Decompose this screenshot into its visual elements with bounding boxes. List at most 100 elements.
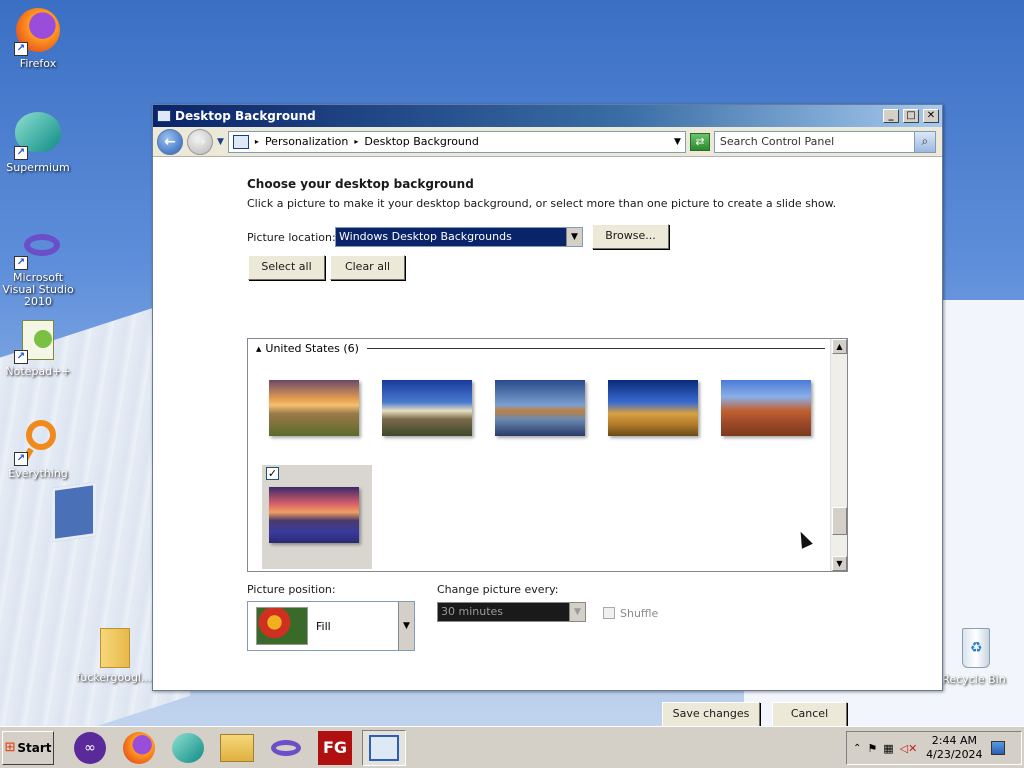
- save-changes-button[interactable]: Save changes: [662, 702, 760, 727]
- back-button[interactable]: ←: [157, 128, 183, 155]
- browse-button[interactable]: Browse...: [592, 224, 669, 249]
- picture-position-value: Fill: [316, 619, 331, 633]
- address-dropdown-icon[interactable]: ▼: [674, 137, 681, 147]
- scroll-down-icon[interactable]: ▼: [832, 556, 847, 571]
- chevron-down-icon[interactable]: ▼: [569, 603, 585, 621]
- visual-studio-icon: ↗: [14, 222, 62, 270]
- taskbar-fg-app[interactable]: FG: [313, 730, 357, 766]
- minimize-button[interactable]: _: [883, 109, 899, 123]
- group-label: United States (6): [265, 342, 359, 355]
- taskbar: ⊞ Start ∞ FG ⌃ ⚑ ▦ ◁✕ 2:44 AM 4/23/2024: [0, 726, 1024, 768]
- change-picture-select[interactable]: 30 minutes ▼: [437, 602, 586, 622]
- start-label: Start: [17, 740, 52, 755]
- window-title: Desktop Background: [175, 109, 316, 123]
- taskbar-supermium[interactable]: [166, 730, 210, 766]
- taskbar-visual-studio[interactable]: [264, 730, 308, 766]
- desktop-icon-folder[interactable]: fuckergoogl...: [72, 622, 156, 684]
- control-panel-icon: [157, 110, 171, 122]
- collapse-icon[interactable]: ▲: [256, 345, 261, 353]
- chevron-down-icon[interactable]: ▼: [566, 228, 582, 246]
- desktop-icon-label: Supermium: [6, 161, 70, 174]
- taskbar-mask-app[interactable]: ∞: [68, 730, 112, 766]
- desktop-icon-supermium[interactable]: ↗ Supermium: [0, 108, 80, 174]
- desktop-icon-label: fuckergoogl...: [76, 671, 152, 684]
- picture-gallery[interactable]: ▲ United States (6) ✓ ▲ ▼: [247, 338, 848, 572]
- select-all-button[interactable]: Select all: [248, 255, 325, 280]
- system-tray: ⌃ ⚑ ▦ ◁✕ 2:44 AM 4/23/2024: [846, 731, 1022, 765]
- show-hidden-icons-icon[interactable]: ⌃: [853, 743, 861, 754]
- taskbar-firefox[interactable]: [117, 730, 161, 766]
- network-icon[interactable]: ▦: [883, 742, 893, 755]
- breadcrumb-desktop-background[interactable]: Desktop Background: [364, 135, 668, 148]
- taskbar-explorer[interactable]: [215, 730, 259, 766]
- picture-position-select[interactable]: Fill ▼: [247, 601, 415, 651]
- clock-time: 2:44 AM: [931, 734, 977, 747]
- gallery-scrollbar[interactable]: ▲ ▼: [830, 339, 847, 571]
- desktop-icon-label: Everything: [8, 467, 68, 480]
- supermium-icon: [172, 732, 204, 763]
- volume-muted-icon[interactable]: ◁✕: [900, 742, 918, 755]
- show-desktop-icon[interactable]: [991, 741, 1006, 755]
- search-input[interactable]: Search Control Panel ⌕: [713, 130, 936, 153]
- thumbnail-lighthouse[interactable]: [382, 380, 472, 436]
- taskbar-control-panel[interactable]: [362, 729, 406, 766]
- action-center-flag-icon[interactable]: ⚑: [867, 742, 877, 755]
- desktop-icon-recycle-bin[interactable]: ♻ Recycle Bin: [932, 624, 1016, 686]
- desktop-icon-label: Notepad++: [5, 365, 71, 378]
- picture-position-label: Picture position:: [247, 583, 336, 596]
- scroll-up-icon[interactable]: ▲: [832, 339, 847, 354]
- thumbnail-sea-rock[interactable]: [495, 380, 585, 436]
- thumbnail-lupine-lake[interactable]: [269, 487, 359, 543]
- window-frame-decor: [52, 481, 96, 543]
- chevron-right-icon[interactable]: ▸: [354, 137, 358, 146]
- desktop-icon-firefox[interactable]: ↗ Firefox: [0, 6, 80, 70]
- desktop-icon-label: Firefox: [19, 57, 57, 70]
- desktop-icon-label: Microsoft Visual Studio 2010: [2, 271, 74, 308]
- chevron-down-icon[interactable]: ▼: [398, 602, 414, 650]
- shuffle-checkbox[interactable]: [603, 607, 615, 619]
- page-description: Click a picture to make it your desktop …: [247, 197, 837, 210]
- navigation-bar: ← → ▼ ▸ Personalization ▸ Desktop Backgr…: [153, 127, 942, 157]
- desktop-icon-everything[interactable]: ↗ Everything: [0, 418, 80, 480]
- control-panel-icon: [369, 734, 399, 761]
- folder-icon: [90, 622, 138, 670]
- check-icon[interactable]: ✓: [266, 467, 279, 480]
- firefox-icon: ↗: [14, 8, 62, 56]
- search-icon[interactable]: ⌕: [913, 130, 936, 153]
- forward-button[interactable]: →: [187, 128, 213, 155]
- breadcrumb-personalization[interactable]: Personalization: [265, 135, 348, 148]
- supermium-icon: ↗: [14, 112, 62, 160]
- thumbnail-hay-bale[interactable]: [608, 380, 698, 436]
- close-button[interactable]: ✕: [923, 109, 939, 123]
- picture-location-label: Picture location:: [247, 231, 336, 244]
- group-divider: [366, 348, 825, 349]
- clock-date: 4/23/2024: [926, 748, 983, 761]
- group-header[interactable]: ▲ United States (6): [256, 342, 825, 355]
- desktop-icon-notepadpp[interactable]: ↗ Notepad++: [0, 316, 80, 378]
- picture-location-select[interactable]: Windows Desktop Backgrounds ▼: [335, 227, 583, 247]
- desktop-background-window: Desktop Background _ □ ✕ ← → ▼ ▸ Persona…: [152, 104, 943, 727]
- chevron-right-icon[interactable]: ▸: [255, 137, 259, 146]
- cancel-button[interactable]: Cancel: [772, 702, 847, 727]
- recycle-bin-icon: ♻: [950, 624, 998, 672]
- windows-logo-icon: ⊞: [4, 740, 16, 755]
- firefox-icon: [123, 731, 155, 764]
- start-button[interactable]: ⊞ Start: [2, 730, 54, 765]
- mask-icon: ∞: [74, 731, 106, 764]
- refresh-icon[interactable]: ⇄: [689, 132, 710, 151]
- title-bar[interactable]: Desktop Background _ □ ✕: [153, 105, 942, 127]
- recent-pages-icon[interactable]: ▼: [217, 137, 224, 147]
- scrollbar-thumb[interactable]: [832, 507, 847, 535]
- everything-icon: ↗: [14, 418, 62, 466]
- thumbnail-tile-selected[interactable]: ✓: [262, 465, 372, 569]
- thumbnail-delicate-arch[interactable]: [721, 380, 811, 436]
- shuffle-label: Shuffle: [620, 607, 659, 620]
- address-bar[interactable]: ▸ Personalization ▸ Desktop Background ▼: [227, 130, 686, 153]
- clear-all-button[interactable]: Clear all: [330, 255, 405, 280]
- fg-icon: FG: [318, 730, 352, 765]
- maximize-button[interactable]: □: [903, 109, 919, 123]
- clock[interactable]: 2:44 AM 4/23/2024: [923, 734, 985, 762]
- thumbnail-sunset-field[interactable]: [269, 380, 359, 436]
- desktop-icon-visual-studio[interactable]: ↗ Microsoft Visual Studio 2010: [0, 222, 80, 308]
- change-picture-value: 30 minutes: [441, 605, 504, 618]
